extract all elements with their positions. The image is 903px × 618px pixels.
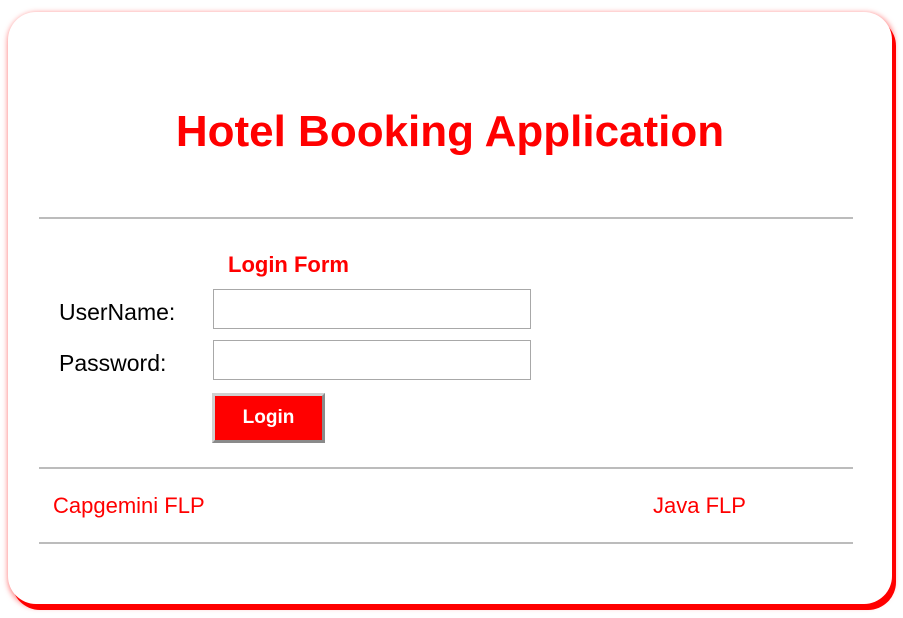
password-input[interactable]	[213, 340, 531, 380]
divider-bottom	[39, 542, 853, 544]
form-title: Login Form	[228, 252, 349, 277]
password-label: Password:	[59, 350, 167, 376]
page-title: Hotel Booking Application	[175, 107, 725, 156]
divider-middle	[39, 467, 853, 469]
username-input[interactable]	[213, 289, 531, 329]
divider-top	[39, 217, 853, 219]
login-card: Hotel Booking Application Login Form Use…	[8, 12, 892, 604]
footer-capgemini-text: Capgemini FLP	[53, 493, 205, 518]
username-label: UserName:	[59, 299, 176, 325]
login-button[interactable]: Login	[212, 393, 325, 443]
footer-java-text: Java FLP	[653, 493, 746, 518]
